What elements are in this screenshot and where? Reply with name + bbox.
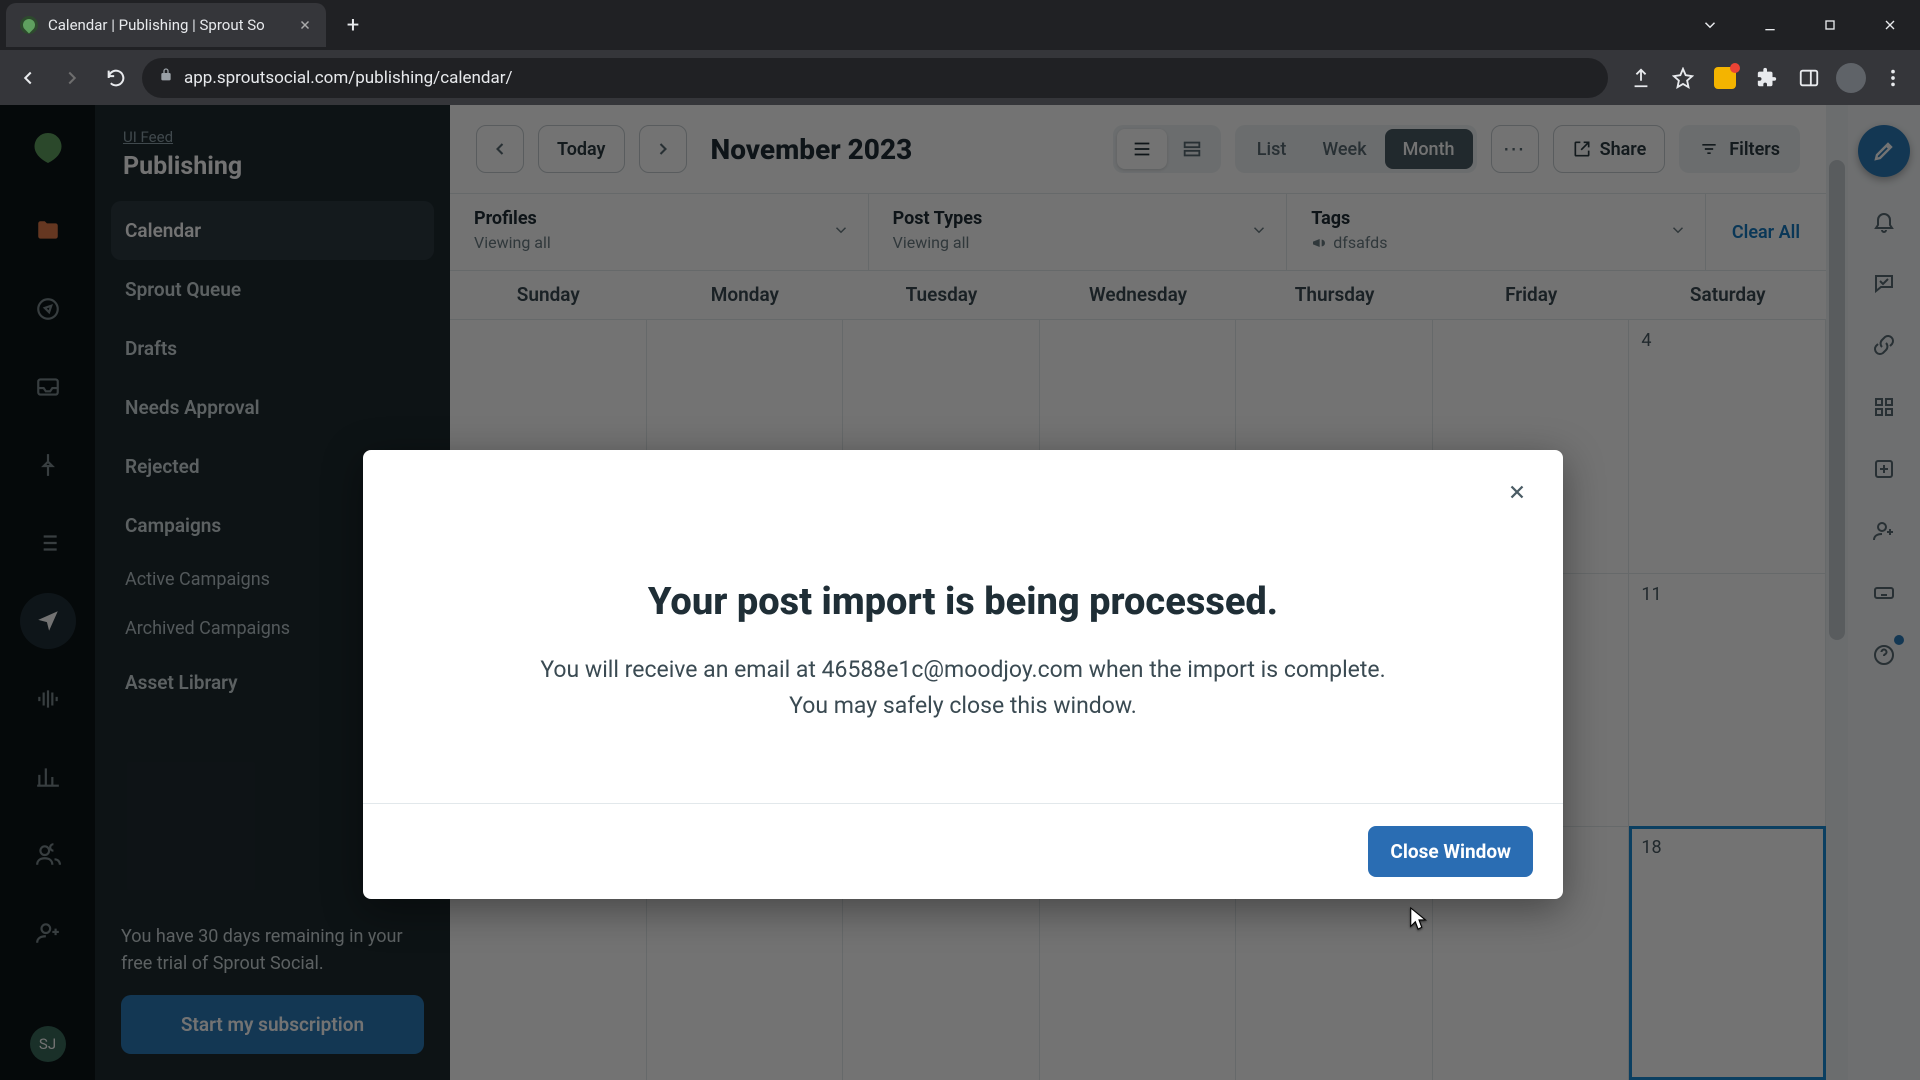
modal-line-1: You will receive an email at 46588e1c@mo…	[423, 652, 1503, 688]
modal-title: Your post import is being processed.	[423, 580, 1503, 624]
extensions-puzzle-icon[interactable]	[1750, 61, 1784, 95]
tab-search-icon[interactable]	[1680, 3, 1740, 47]
nav-forward-icon	[54, 60, 90, 96]
bookmark-star-icon[interactable]	[1666, 61, 1700, 95]
profile-avatar-icon[interactable]	[1834, 61, 1868, 95]
window-minimize-icon[interactable]	[1740, 3, 1800, 47]
lock-icon	[158, 67, 174, 88]
nav-reload-icon[interactable]	[98, 60, 134, 96]
window-close-icon[interactable]	[1860, 3, 1920, 47]
share-url-icon[interactable]	[1624, 61, 1658, 95]
side-panel-icon[interactable]	[1792, 61, 1826, 95]
close-window-button[interactable]: Close Window	[1368, 826, 1533, 877]
address-bar[interactable]: app.sproutsocial.com/publishing/calendar…	[142, 58, 1608, 98]
close-tab-icon[interactable]	[298, 18, 312, 32]
browser-menu-icon[interactable]	[1876, 61, 1910, 95]
url-text: app.sproutsocial.com/publishing/calendar…	[184, 68, 513, 88]
sprout-favicon-icon	[20, 16, 38, 34]
modal-close-icon[interactable]	[1499, 474, 1535, 510]
browser-toolbar: app.sproutsocial.com/publishing/calendar…	[0, 50, 1920, 105]
import-processing-modal: Your post import is being processed. You…	[363, 450, 1563, 899]
extension-badge-icon[interactable]	[1708, 61, 1742, 95]
new-tab-button[interactable]: +	[336, 8, 370, 42]
tab-title: Calendar | Publishing | Sprout So	[48, 16, 288, 34]
modal-line-2: You may safely close this window.	[423, 688, 1503, 724]
browser-tab[interactable]: Calendar | Publishing | Sprout So	[6, 3, 326, 47]
nav-back-icon[interactable]	[10, 60, 46, 96]
window-maximize-icon[interactable]	[1800, 3, 1860, 47]
browser-tab-strip: Calendar | Publishing | Sprout So +	[0, 0, 1920, 50]
